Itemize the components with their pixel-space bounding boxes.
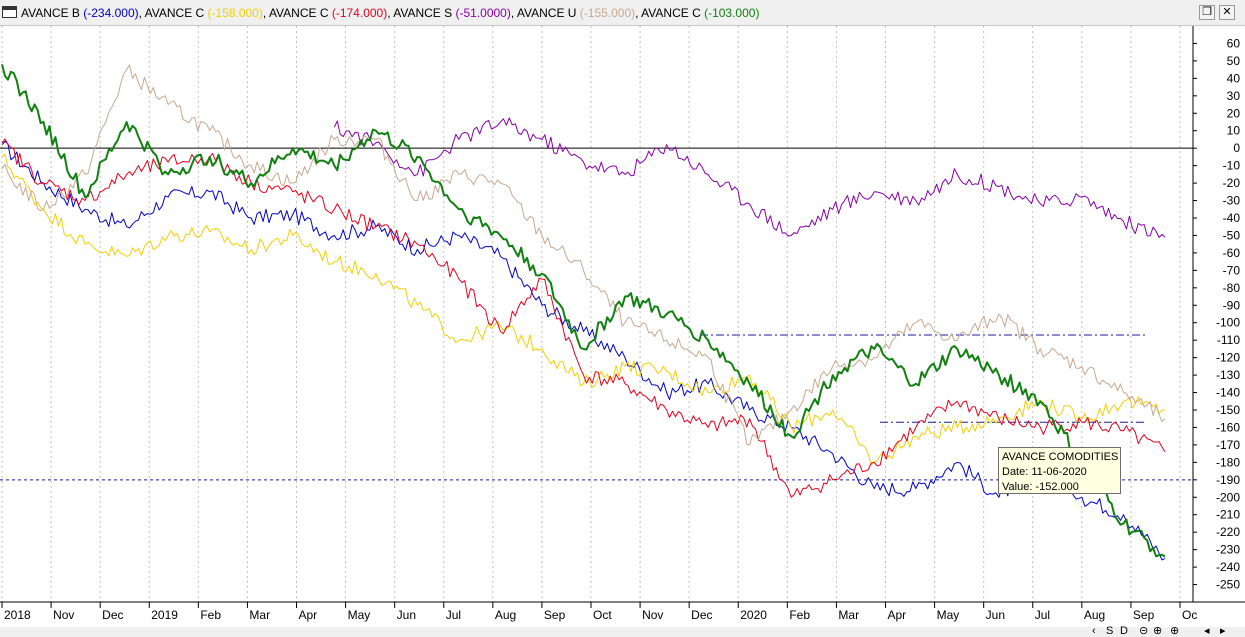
y-tick-label: -60 xyxy=(1223,246,1241,260)
series-line xyxy=(1,138,1166,498)
legend-name: AVANCE C xyxy=(641,6,705,20)
y-tick-label: 60 xyxy=(1227,36,1241,50)
y-tick-label: -190 xyxy=(1216,473,1240,487)
y-tick-label: -210 xyxy=(1216,508,1240,522)
tooltip-value: Value: -152.000 xyxy=(1002,481,1079,493)
x-tick-label: Sep xyxy=(1133,608,1155,622)
x-tick-label: Sep xyxy=(544,608,566,622)
x-tick-label: Jun xyxy=(397,608,416,622)
scroll-next-icon[interactable]: ▸ xyxy=(1220,625,1226,637)
y-tick-label: -20 xyxy=(1223,176,1241,190)
x-tick-label: Feb xyxy=(200,608,221,622)
y-tick-label: -100 xyxy=(1216,316,1240,330)
legend-name: AVANCE U xyxy=(516,6,580,20)
x-tick-label: Mar xyxy=(838,608,859,622)
y-tick-label: -30 xyxy=(1223,194,1241,208)
y-tick-label: -240 xyxy=(1216,560,1240,574)
y-tick-label: -180 xyxy=(1216,455,1240,469)
tooltip-series-name: AVANCE COMODITIES xyxy=(1002,451,1119,463)
zoom-out-icon[interactable]: ⊝ xyxy=(1139,625,1148,637)
tooltip-date: Date: 11-06-2020 xyxy=(1002,466,1087,478)
y-tick-label: -50 xyxy=(1223,228,1241,242)
legend-value: (-103.000) xyxy=(704,6,760,20)
y-tick-label: -160 xyxy=(1216,420,1240,434)
close-icon[interactable]: ✕ xyxy=(1219,5,1235,20)
y-tick-label: 10 xyxy=(1227,124,1241,138)
y-tick-label: -140 xyxy=(1216,386,1240,400)
x-tick-label: Mar xyxy=(249,608,270,622)
pan-icon[interactable]: ⊕ xyxy=(1170,625,1179,637)
y-tick-label: 20 xyxy=(1227,106,1241,120)
y-tick-label: -150 xyxy=(1216,403,1240,417)
legend-value: (-155.000) xyxy=(579,6,636,20)
restore-icon[interactable]: ❐ xyxy=(1199,5,1215,20)
y-tick-label: -230 xyxy=(1216,543,1240,557)
legend-name: AVANCE C xyxy=(268,6,332,20)
chart-window-titlebar: AVANCE B (-234.000), AVANCE C (-158.000)… xyxy=(0,0,1245,26)
x-tick-label: Oct xyxy=(593,608,612,622)
x-tick-label: Jul xyxy=(446,608,461,622)
x-tick-label: Nov xyxy=(53,608,74,622)
series-legend: AVANCE B (-234.000), AVANCE C (-158.000)… xyxy=(21,6,760,20)
legend-name: AVANCE B xyxy=(21,6,84,20)
x-tick-label: Dec xyxy=(691,608,712,622)
series-line xyxy=(1,64,1166,558)
y-tick-label: -170 xyxy=(1216,438,1240,452)
legend-value: (-174.000) xyxy=(331,6,388,20)
x-tick-label: Jul xyxy=(1035,608,1050,622)
y-tick-label: -80 xyxy=(1223,281,1241,295)
navigation-bar xyxy=(0,627,1245,637)
x-tick-label: 2019 xyxy=(151,608,178,622)
y-tick-label: -120 xyxy=(1216,351,1240,365)
x-tick-label: Apr xyxy=(299,608,318,622)
x-tick-label: Aug xyxy=(1084,608,1105,622)
scroll-prev-icon[interactable]: ◂ xyxy=(1204,625,1210,637)
legend-value: (-158.000) xyxy=(207,6,263,20)
x-tick-label: Nov xyxy=(642,608,663,622)
x-tick-label: 2018 xyxy=(4,608,31,622)
x-tick-label: Aug xyxy=(495,608,516,622)
window-menu-icon[interactable] xyxy=(2,6,17,18)
x-tick-label: May xyxy=(937,608,960,622)
series-line xyxy=(333,117,1166,238)
y-tick-label: -130 xyxy=(1216,368,1240,382)
y-tick-label: -200 xyxy=(1216,490,1240,504)
y-tick-label: 40 xyxy=(1227,71,1241,85)
x-tick-label: Jun xyxy=(986,608,1005,622)
y-tick-label: 50 xyxy=(1227,54,1241,68)
legend-value: (-51.0000) xyxy=(455,6,511,20)
series-line xyxy=(1,64,1166,446)
x-tick-label: Dec xyxy=(102,608,123,622)
x-tick-label: 2020 xyxy=(740,608,767,622)
y-tick-label: -110 xyxy=(1217,333,1240,347)
series-line xyxy=(1,140,1166,561)
y-tick-label: -70 xyxy=(1223,263,1241,277)
y-tick-label: 30 xyxy=(1227,89,1241,103)
y-tick-label: -40 xyxy=(1223,211,1241,225)
y-tick-label: -250 xyxy=(1216,578,1240,592)
x-tick-label: May xyxy=(348,608,371,622)
data-tooltip: AVANCE COMODITIES Date: 11-06-2020 Value… xyxy=(998,447,1121,494)
nav-d-button[interactable]: D xyxy=(1120,625,1128,637)
x-tick-label: Oc xyxy=(1182,608,1197,622)
legend-name: AVANCE S xyxy=(393,6,456,20)
legend-value: (-234.000) xyxy=(83,6,139,20)
nav-s-button[interactable]: S xyxy=(1106,625,1113,637)
x-tick-label: Apr xyxy=(888,608,907,622)
scroll-left-icon[interactable]: ‹ xyxy=(1092,625,1096,637)
y-tick-label: 0 xyxy=(1233,141,1240,155)
y-tick-label: -220 xyxy=(1216,525,1240,539)
zoom-in-icon[interactable]: ⊕ xyxy=(1153,625,1162,637)
y-tick-label: -10 xyxy=(1223,159,1241,173)
x-tick-label: Feb xyxy=(789,608,810,622)
y-tick-label: -90 xyxy=(1223,298,1241,312)
series-line xyxy=(1,153,1166,466)
line-chart: 2018 Nov Dec 2019 Feb Mar Apr May Jun Jul Aug Sep Oc… xyxy=(0,26,1245,622)
legend-name: AVANCE C xyxy=(144,6,208,20)
